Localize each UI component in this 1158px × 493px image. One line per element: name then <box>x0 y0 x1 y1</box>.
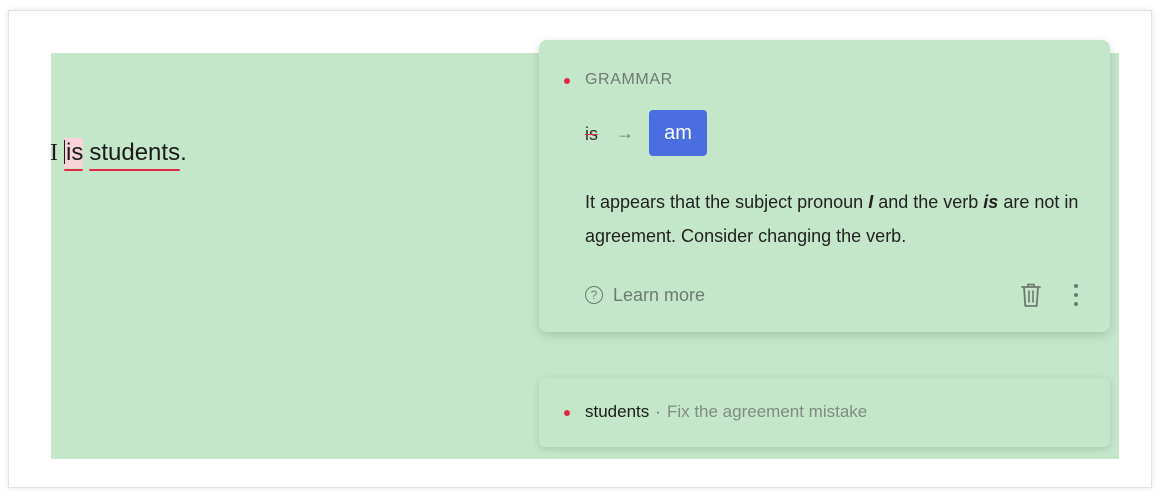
kebab-dot <box>1074 284 1078 288</box>
text-caret <box>64 140 65 164</box>
collapsed-summary: students · Fix the agreement mistake <box>585 402 867 422</box>
explain-mid: and the verb <box>873 192 984 212</box>
suggestion-category: GRAMMAR <box>585 71 673 88</box>
suggestion-card-grammar[interactable]: GRAMMAR is → am It appears that the subj… <box>539 40 1110 332</box>
question-circle-icon: ? <box>585 286 603 304</box>
explain-verb: is <box>983 192 999 212</box>
suggestion-explanation: It appears that the subject pronoun I an… <box>585 185 1095 253</box>
original-word: is <box>585 124 598 144</box>
trash-icon <box>1021 283 1041 307</box>
more-options-button[interactable] <box>1069 284 1083 310</box>
accept-suggestion-button[interactable]: am <box>649 110 707 156</box>
arrow-right-icon: → <box>616 123 634 143</box>
collapsed-word: students <box>585 402 650 421</box>
learn-more-label: Learn more <box>613 284 706 305</box>
kebab-dot <box>1074 302 1078 306</box>
collapsed-hint: Fix the agreement mistake <box>666 402 868 421</box>
separator: · <box>655 402 661 421</box>
error-dot-icon <box>564 410 570 416</box>
kebab-dot <box>1074 293 1078 297</box>
suggestion-card-collapsed[interactable]: students · Fix the agreement mistake <box>539 378 1110 447</box>
error-word-students[interactable]: students <box>89 138 180 171</box>
explain-prefix: It appears that the subject pronoun <box>585 192 869 212</box>
error-word-is-text: is <box>66 139 84 166</box>
error-dot-icon <box>564 78 570 84</box>
document-text[interactable]: I is students. <box>50 138 187 171</box>
error-word-is[interactable]: is <box>64 138 84 171</box>
learn-more-link[interactable]: ? Learn more <box>585 281 705 309</box>
punctuation: . <box>180 139 187 166</box>
word-i: I <box>50 140 58 166</box>
dismiss-trash-button[interactable] <box>1019 281 1045 309</box>
